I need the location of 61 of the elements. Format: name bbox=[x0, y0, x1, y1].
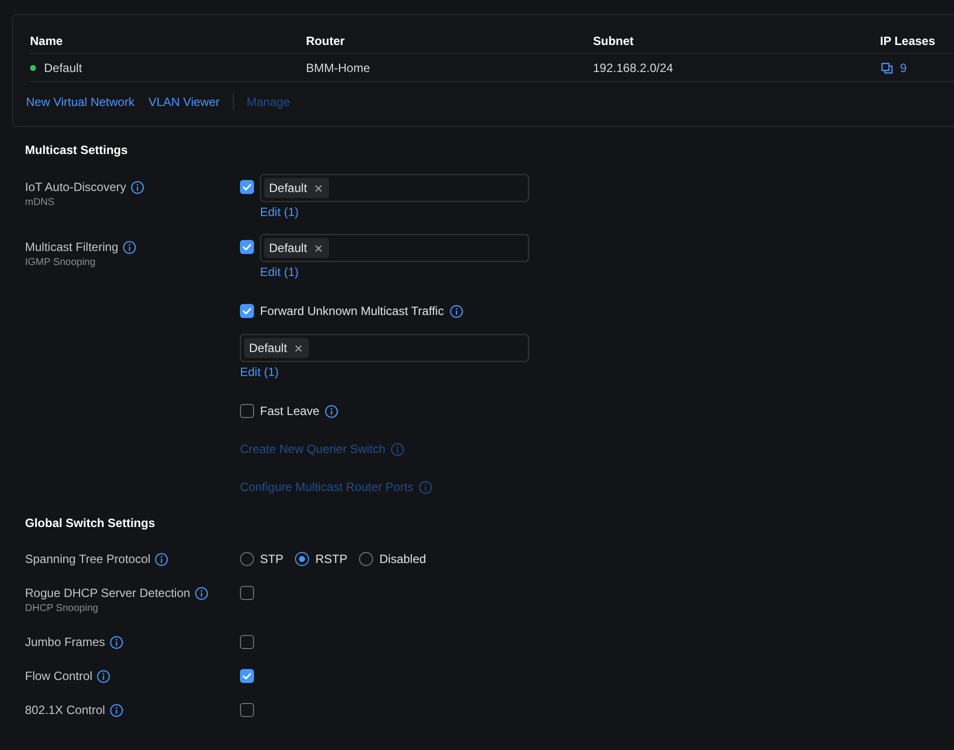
setting-sublabel: mDNS bbox=[25, 197, 54, 209]
radio-label: Disabled bbox=[379, 552, 426, 566]
info-icon[interactable] bbox=[450, 304, 463, 318]
action-link[interactable]: VLAN Viewer bbox=[148, 95, 220, 109]
edit-link[interactable]: Edit (1) bbox=[260, 205, 299, 219]
radio-button[interactable] bbox=[295, 552, 310, 566]
checkbox[interactable] bbox=[240, 180, 254, 194]
table-cell: 192.168.2.0/24 bbox=[592, 60, 674, 74]
table-cell: Default bbox=[43, 60, 82, 74]
option-label: Forward Unknown Multicast Traffic bbox=[260, 304, 444, 318]
info-icon[interactable] bbox=[155, 552, 168, 566]
tag-input-field[interactable]: Default bbox=[240, 334, 529, 362]
tag-label: Default bbox=[269, 241, 308, 255]
tag-label: Default bbox=[249, 341, 288, 355]
close-icon[interactable] bbox=[315, 244, 322, 252]
action-link[interactable]: New Virtual Network bbox=[26, 95, 134, 109]
checkbox[interactable] bbox=[240, 703, 254, 717]
setting-label: Jumbo Frames bbox=[25, 635, 106, 649]
info-icon[interactable] bbox=[123, 240, 136, 254]
radio-label: STP bbox=[260, 552, 284, 566]
info-icon[interactable] bbox=[325, 404, 338, 418]
squares-icon bbox=[881, 62, 893, 74]
radio-button[interactable] bbox=[240, 552, 254, 566]
table-cell: BMM-Home bbox=[305, 60, 370, 74]
column-header[interactable]: Subnet bbox=[592, 34, 634, 48]
ip-leases-link[interactable]: 9 bbox=[879, 60, 907, 74]
edit-link[interactable]: Edit (1) bbox=[240, 365, 279, 379]
close-icon[interactable] bbox=[315, 184, 322, 192]
tag-input-field[interactable]: Default bbox=[260, 174, 529, 202]
lease-count: 9 bbox=[900, 60, 907, 74]
checkbox[interactable] bbox=[240, 304, 254, 318]
checkbox[interactable] bbox=[240, 669, 254, 683]
setting-label: Multicast Filtering bbox=[25, 240, 118, 254]
column-header[interactable]: Router bbox=[305, 34, 345, 48]
edit-link[interactable]: Edit (1) bbox=[260, 265, 299, 279]
tag-input-field[interactable]: Default bbox=[260, 234, 529, 262]
column-header[interactable]: IP Leases bbox=[879, 34, 936, 48]
info-icon[interactable] bbox=[110, 704, 124, 716]
tag-label: Default bbox=[269, 181, 308, 195]
radio-label: RSTP bbox=[315, 552, 348, 566]
close-icon[interactable] bbox=[295, 344, 302, 352]
info-icon[interactable] bbox=[110, 636, 124, 648]
checkbox[interactable] bbox=[240, 635, 254, 649]
section-title: Global Switch Settings bbox=[25, 516, 156, 530]
info-icon[interactable] bbox=[131, 180, 144, 194]
info-icon[interactable] bbox=[97, 670, 110, 682]
column-header[interactable]: Name bbox=[29, 34, 63, 48]
setting-label: 802.1X Control bbox=[25, 703, 106, 717]
setting-label: Flow Control bbox=[25, 669, 92, 683]
setting-label: Rogue DHCP Server Detection bbox=[25, 586, 190, 600]
setting-sublabel: DHCP Snooping bbox=[25, 603, 98, 615]
checkbox[interactable] bbox=[240, 586, 254, 600]
setting-sublabel: IGMP Snooping bbox=[25, 257, 96, 269]
setting-label: IoT Auto-Discovery bbox=[25, 180, 126, 194]
checkbox[interactable] bbox=[240, 404, 254, 418]
radio-button[interactable] bbox=[359, 552, 374, 566]
option-label: Fast Leave bbox=[260, 404, 320, 418]
setting-label: Spanning Tree Protocol bbox=[25, 552, 150, 566]
section-title: Multicast Settings bbox=[25, 143, 128, 157]
info-icon[interactable] bbox=[195, 586, 208, 600]
checkbox[interactable] bbox=[240, 240, 254, 254]
